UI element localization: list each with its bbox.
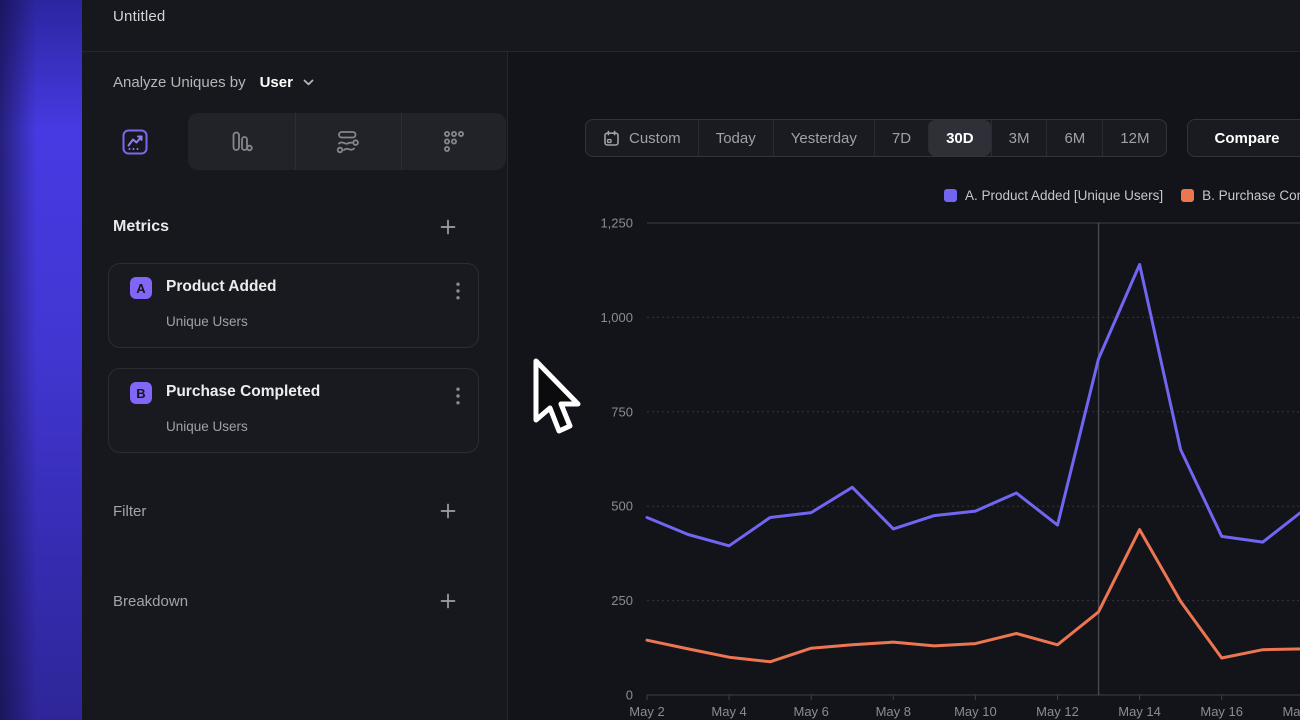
retention-icon	[441, 129, 467, 155]
series-a-line	[647, 265, 1300, 546]
series-b-line	[647, 530, 1300, 662]
x-tick-label: May 6	[793, 704, 828, 719]
y-tick-label: 0	[626, 688, 633, 703]
line-chart: 0 250 500 750 1,000 1,250 May 2 May 4 May 6 May 8…	[508, 152, 1300, 720]
metric-badge: B	[130, 382, 152, 404]
report-title[interactable]: Untitled	[113, 8, 1300, 25]
y-tick-label: 500	[611, 499, 633, 514]
x-tick-label: May 14	[1118, 704, 1161, 719]
tab-funnels-bar-chart[interactable]	[188, 113, 294, 170]
top-header: Untitled	[82, 0, 1300, 52]
metrics-title: Metrics	[113, 218, 169, 236]
range-label: 3M	[1009, 130, 1030, 147]
add-filter-button[interactable]	[440, 503, 456, 519]
x-tick-label: May 12	[1036, 704, 1079, 719]
metric-name: Product Added	[166, 278, 277, 296]
range-label: Today	[716, 130, 756, 147]
x-tick-label: May 18	[1282, 704, 1300, 719]
y-tick-label: 1,250	[600, 216, 633, 231]
x-tick-label: May 4	[711, 704, 746, 719]
metrics-section-header: Metrics	[82, 216, 507, 238]
calendar-icon	[603, 130, 620, 147]
range-label: 7D	[892, 130, 911, 147]
range-6m[interactable]: 6M	[1046, 120, 1102, 156]
x-tick-label: May 2	[629, 704, 664, 719]
metric-list: A Product Added Unique Users B Purchase Comp…	[82, 263, 507, 453]
metric-name: Purchase Completed	[166, 383, 320, 401]
y-tick-label: 1,000	[600, 310, 633, 325]
range-label: 30D	[946, 130, 974, 147]
kebab-menu-icon[interactable]	[456, 282, 460, 300]
range-3m[interactable]: 3M	[991, 120, 1047, 156]
filter-section-row: Filter	[82, 499, 507, 523]
bar-chart-icon	[228, 129, 254, 155]
filter-breakdown-sections: Filter Breakdown	[82, 499, 507, 613]
range-label: Yesterday	[791, 130, 857, 147]
line-chart-icon	[121, 128, 149, 156]
metric-card-b[interactable]: B Purchase Completed Unique Users	[108, 368, 479, 453]
section-label: Filter	[113, 503, 146, 520]
analyze-entity-dropdown[interactable]: User	[260, 74, 293, 91]
y-tick-label: 750	[611, 404, 633, 419]
breakdown-section-row: Breakdown	[82, 589, 507, 613]
x-tick-label: May 8	[876, 704, 911, 719]
range-7d[interactable]: 7D	[874, 120, 928, 156]
kebab-menu-icon[interactable]	[456, 387, 460, 405]
flows-icon	[335, 129, 361, 155]
range-30d[interactable]: 30D	[928, 120, 991, 156]
query-builder-sidebar: Analyze Uniques by User	[82, 52, 508, 720]
range-yesterday[interactable]: Yesterday	[773, 120, 874, 156]
range-today[interactable]: Today	[698, 120, 773, 156]
analytics-app: { "window": { "title": "Untitled" }, "si…	[0, 0, 1300, 720]
metric-measurement[interactable]: Unique Users	[166, 419, 248, 434]
metric-measurement[interactable]: Unique Users	[166, 314, 248, 329]
chevron-down-icon	[303, 79, 314, 86]
analyze-label: Analyze Uniques by	[113, 74, 246, 91]
x-tick-label: May 10	[954, 704, 997, 719]
section-label: Breakdown	[113, 593, 188, 610]
add-metric-button[interactable]	[440, 219, 456, 235]
range-custom[interactable]: Custom	[586, 120, 698, 156]
add-breakdown-button[interactable]	[440, 593, 456, 609]
left-nav-rail	[0, 0, 82, 720]
range-label: 12M	[1120, 130, 1149, 147]
range-12m[interactable]: 12M	[1102, 120, 1166, 156]
metric-badge: A	[130, 277, 152, 299]
chart-panel: CustomTodayYesterday7D30D3M6M12M Compare…	[508, 52, 1300, 720]
tab-retention[interactable]	[401, 113, 507, 170]
y-tick-label: 250	[611, 593, 633, 608]
tab-flows[interactable]	[295, 113, 401, 170]
range-label: Custom	[629, 130, 681, 147]
range-label: 6M	[1064, 130, 1085, 147]
x-tick-label: May 16	[1200, 704, 1243, 719]
tab-insights-line-chart[interactable]	[82, 113, 188, 170]
metric-card-a[interactable]: A Product Added Unique Users	[108, 263, 479, 348]
analyze-uniques-row: Analyze Uniques by User	[82, 52, 507, 113]
visualization-tabs	[82, 113, 507, 170]
